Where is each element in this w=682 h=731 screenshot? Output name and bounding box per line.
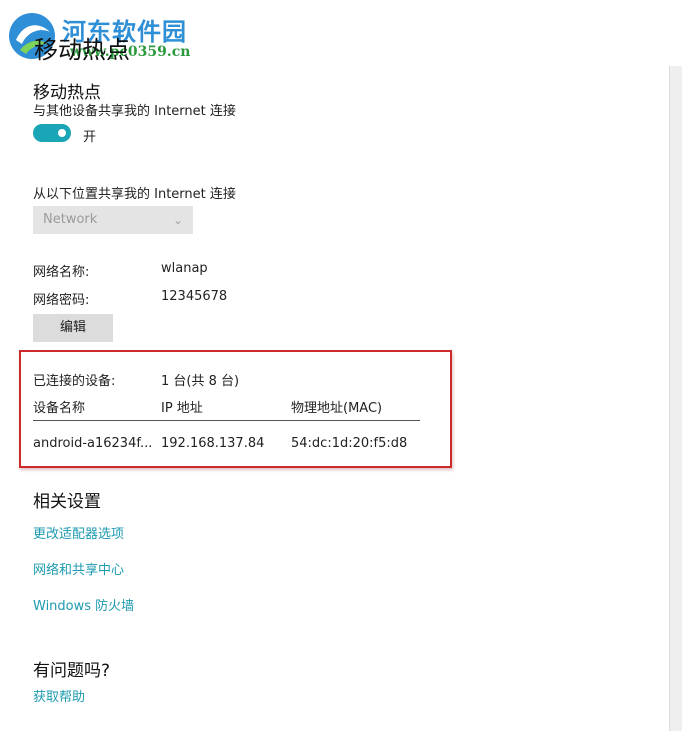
network-name-label: 网络名称: xyxy=(33,265,90,280)
page-title: 移动热点 xyxy=(34,36,130,64)
hotspot-toggle[interactable] xyxy=(33,124,71,142)
help-title: 有问题吗? xyxy=(33,661,111,681)
link-get-help[interactable]: 获取帮助 xyxy=(33,686,85,705)
share-from-label: 从以下位置共享我的 Internet 连接 xyxy=(33,187,236,202)
device-ip-cell: 192.168.137.84 xyxy=(161,436,265,451)
share-from-value: Network xyxy=(43,212,98,227)
share-from-dropdown[interactable]: Network ⌄ xyxy=(33,206,193,234)
network-name-value: wlanap xyxy=(161,261,208,276)
chevron-down-icon: ⌄ xyxy=(172,213,183,227)
edit-button[interactable]: 编辑 xyxy=(33,314,113,342)
link-adapter-options[interactable]: 更改适配器选项 xyxy=(33,523,124,542)
toggle-state-label: 开 xyxy=(83,130,97,145)
connected-devices-count: 1 台(共 8 台) xyxy=(161,374,240,389)
network-password-value: 12345678 xyxy=(161,289,228,304)
column-header-device-name: 设备名称 xyxy=(33,401,86,416)
share-connection-label: 与其他设备共享我的 Internet 连接 xyxy=(33,104,236,119)
device-name-cell: android-a16234f... xyxy=(33,436,153,451)
toggle-knob xyxy=(58,129,66,137)
network-password-label: 网络密码: xyxy=(33,293,90,308)
device-mac-cell: 54:dc:1d:20:f5:d8 xyxy=(291,436,408,451)
vertical-scrollbar[interactable] xyxy=(669,66,682,731)
related-settings-title: 相关设置 xyxy=(33,492,101,512)
column-header-mac: 物理地址(MAC) xyxy=(291,401,383,416)
table-header-divider xyxy=(33,420,420,421)
link-network-sharing-center[interactable]: 网络和共享中心 xyxy=(33,559,124,578)
column-header-ip: IP 地址 xyxy=(161,401,203,416)
link-windows-firewall[interactable]: Windows 防火墙 xyxy=(33,595,134,614)
connected-devices-label: 已连接的设备: xyxy=(33,374,116,389)
